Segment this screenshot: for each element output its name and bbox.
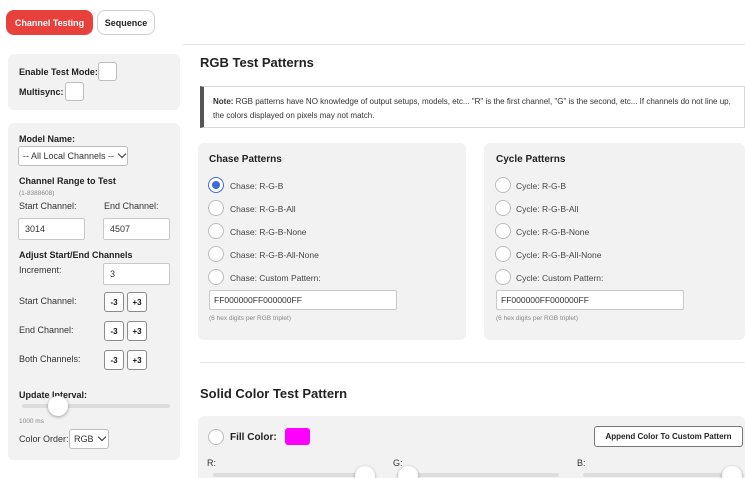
cycle-custom-hint: (6 hex digits per RGB triplet) [496, 315, 579, 322]
channel-settings-panel [8, 123, 180, 460]
enable-test-mode-checkbox[interactable] [98, 62, 117, 81]
cycle-rgb-label: Cycle: R-G-B [516, 181, 567, 191]
channel-range-title: Channel Range to Test [19, 176, 116, 186]
chase-rgb-none-radio[interactable] [208, 223, 224, 239]
rgb-test-patterns-title: RGB Test Patterns [200, 55, 314, 70]
update-interval-slider-thumb[interactable] [48, 396, 68, 416]
chevron-down-icon [97, 432, 106, 442]
model-name-select[interactable]: -- All Local Channels -- [18, 146, 128, 166]
cycle-custom-radio[interactable] [495, 269, 511, 285]
multisync-label: Multisync: [19, 87, 64, 97]
cycle-rgb-all-none-label: Cycle: R-G-B-All-None [516, 250, 602, 260]
chase-rgb-label: Chase: R-G-B [230, 181, 284, 191]
chase-custom-label: Chase: Custom Pattern: [230, 273, 321, 283]
adjust-both-label: Both Channels: [19, 354, 81, 364]
cycle-rgb-none-label: Cycle: R-G-B-None [516, 227, 590, 237]
green-slider[interactable] [397, 473, 559, 477]
increment-input[interactable]: 3 [103, 263, 170, 285]
red-slider-label: R: [207, 458, 216, 468]
cycle-rgb-all-label: Cycle: R-G-B-All [516, 204, 579, 214]
color-order-select[interactable]: RGB [69, 429, 109, 449]
chase-patterns-title: Chase Patterns [209, 154, 282, 165]
chase-rgb-all-radio[interactable] [208, 200, 224, 216]
end-plus-button[interactable]: +3 [127, 321, 147, 341]
channel-range-hint: (1-8388608) [19, 190, 55, 197]
rgb-note: Note: RGB patterns have NO knowledge of … [200, 86, 745, 128]
blue-slider-label: B: [577, 458, 586, 468]
tab-sequence[interactable]: Sequence [97, 10, 155, 35]
chevron-down-icon [117, 149, 127, 159]
start-plus-button[interactable]: +3 [127, 292, 147, 312]
color-order-value: RGB [74, 434, 94, 444]
end-channel-input[interactable]: 4507 [103, 218, 170, 240]
cycle-rgb-radio[interactable] [495, 177, 511, 193]
fill-color-radio[interactable] [208, 429, 224, 445]
tab-channel-testing[interactable]: Channel Testing [6, 10, 93, 35]
model-name-label: Model Name: [19, 134, 76, 144]
fill-color-swatch[interactable] [285, 428, 310, 445]
update-interval-slider[interactable] [22, 404, 170, 408]
model-name-value: -- All Local Channels -- [23, 151, 115, 161]
green-slider-label: G: [393, 458, 403, 468]
blue-slider[interactable] [583, 473, 743, 477]
start-channel-label: Start Channel: [19, 201, 77, 211]
cycle-patterns-card [484, 143, 745, 340]
both-plus-button[interactable]: +3 [127, 350, 147, 370]
adjust-channels-title: Adjust Start/End Channels [19, 250, 133, 260]
start-channel-input[interactable]: 3014 [18, 218, 85, 240]
adjust-start-label: Start Channel: [19, 296, 77, 306]
enable-test-mode-label: Enable Test Mode: [19, 67, 98, 77]
section-divider [200, 362, 745, 363]
increment-label: Increment: [19, 265, 62, 275]
end-minus-button[interactable]: -3 [104, 321, 124, 341]
cycle-rgb-all-radio[interactable] [495, 200, 511, 216]
chase-rgb-none-label: Chase: R-G-B-None [230, 227, 307, 237]
chase-rgb-radio[interactable] [208, 177, 224, 193]
chase-patterns-card [198, 143, 466, 340]
chase-custom-pattern-input[interactable]: FF000000FF000000FF [209, 290, 397, 310]
color-order-label: Color Order: [19, 434, 69, 444]
header-divider [183, 44, 745, 45]
red-slider[interactable] [213, 473, 373, 477]
solid-color-title: Solid Color Test Pattern [200, 386, 348, 401]
both-minus-button[interactable]: -3 [104, 350, 124, 370]
test-mode-panel [8, 54, 180, 110]
cycle-custom-pattern-input[interactable]: FF000000FF000000FF [496, 290, 684, 310]
rgb-note-bold: Note: [213, 97, 234, 106]
chase-rgb-all-label: Chase: R-G-B-All [230, 204, 296, 214]
chase-rgb-all-none-radio[interactable] [208, 246, 224, 262]
cycle-rgb-none-radio[interactable] [495, 223, 511, 239]
end-channel-label: End Channel: [104, 201, 159, 211]
cycle-patterns-title: Cycle Patterns [496, 154, 566, 165]
cycle-rgb-all-none-radio[interactable] [495, 246, 511, 262]
fill-color-label: Fill Color: [230, 432, 277, 443]
update-interval-value: 1000 ms [19, 418, 44, 425]
chase-rgb-all-none-label: Chase: R-G-B-All-None [230, 250, 319, 260]
start-minus-button[interactable]: -3 [104, 292, 124, 312]
adjust-end-label: End Channel: [19, 325, 74, 335]
append-color-button[interactable]: Append Color To Custom Pattern [594, 426, 743, 447]
multisync-checkbox[interactable] [65, 82, 84, 101]
rgb-note-text: RGB patterns have NO knowledge of output… [213, 97, 731, 120]
chase-custom-radio[interactable] [208, 269, 224, 285]
chase-custom-hint: (6 hex digits per RGB triplet) [209, 315, 292, 322]
cycle-custom-label: Cycle: Custom Pattern: [516, 273, 604, 283]
